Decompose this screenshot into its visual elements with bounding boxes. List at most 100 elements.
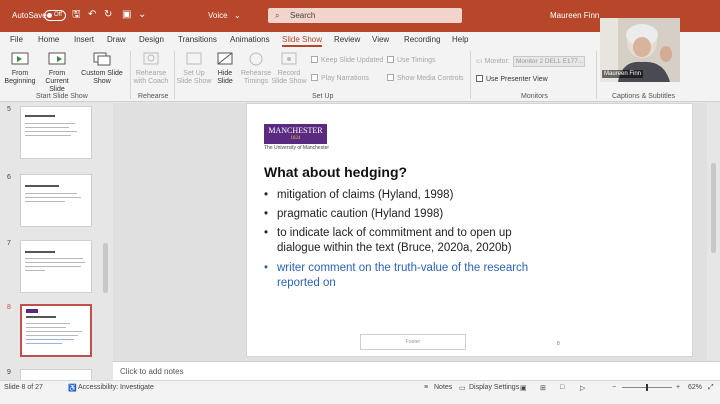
fit-slide-icon[interactable]: ⤢ (708, 384, 714, 392)
notes-icon: ≡ (424, 384, 429, 391)
thumb-text-line (25, 258, 83, 259)
use-presenter-view-checkbox[interactable]: Use Presenter View (476, 75, 548, 83)
current-slide[interactable]: MANCHESTER 1824 The University of Manche… (246, 103, 693, 357)
editor-scrollbar[interactable] (707, 103, 720, 361)
save-icon[interactable]: 🖫 (72, 10, 81, 20)
custom-slide-show-button[interactable]: Custom Slide Show (80, 51, 124, 86)
coach-icon (142, 51, 160, 67)
slide-bullet[interactable]: mitigation of claims (Hyland, 1998) (264, 188, 554, 203)
slide-thumbnail-7[interactable] (20, 240, 92, 293)
tab-design[interactable]: Design (139, 35, 164, 44)
hide-slide-button[interactable]: Hide Slide (212, 51, 238, 86)
thumb-text-line (25, 262, 85, 263)
thumb-text-line (26, 339, 74, 340)
autosave-toggle[interactable]: Off (44, 10, 66, 21)
thumbnail-scrollbar[interactable] (103, 243, 108, 293)
rehearse-with-coach-label: Rehearse with Coach (133, 70, 169, 85)
group-set-up: Set Up (312, 93, 334, 100)
thumb-text-line (26, 331, 82, 332)
slide-page-number: 8 (557, 341, 560, 347)
record-slide-show-button[interactable]: Record Slide Show (270, 51, 308, 86)
tab-insert[interactable]: Insert (74, 35, 94, 44)
normal-view-icon[interactable]: ▣ (520, 384, 527, 392)
timer-icon (247, 51, 265, 67)
thumb-text-line (25, 127, 69, 128)
record-icon (280, 51, 298, 67)
ribbon-separator (174, 51, 175, 99)
zoom-in-icon[interactable]: + (676, 384, 680, 391)
from-current-slide-button[interactable]: From Current Slide (38, 51, 76, 94)
show-media-controls-label: Show Media Controls (397, 75, 464, 82)
tab-recording[interactable]: Recording (404, 35, 440, 44)
group-rehearse: Rehearse (138, 93, 169, 100)
tab-home[interactable]: Home (38, 35, 59, 44)
thumb-text-line (25, 201, 65, 202)
editor-scroll-thumb[interactable] (711, 163, 716, 253)
user-name[interactable]: Maureen Finn (550, 11, 599, 20)
rehearse-timings-button[interactable]: Rehearse Timings (240, 51, 272, 86)
thumb-text-line (26, 343, 62, 344)
present-icon[interactable]: ▣ (122, 10, 131, 20)
slideshow-view-icon[interactable]: ▷ (580, 384, 585, 392)
redo-icon[interactable]: ↻ (104, 10, 112, 20)
set-up-slide-show-label: Set Up Slide Show (176, 70, 212, 85)
zoom-out-icon[interactable]: − (612, 384, 616, 391)
thumb-text-line (26, 323, 70, 324)
slide-thumbnail-5[interactable] (20, 106, 92, 159)
slide-thumbnail-9[interactable] (20, 369, 92, 380)
use-presenter-view-label: Use Presenter View (486, 76, 548, 83)
set-up-slide-show-button[interactable]: Set Up Slide Show (176, 51, 212, 86)
custom-show-icon (93, 51, 111, 67)
thumb-text-line (25, 123, 75, 124)
display-settings-button[interactable]: Display Settings (469, 384, 519, 391)
group-captions-subtitles: Captions & Subtitles (612, 93, 676, 100)
rehearse-with-coach-button[interactable]: Rehearse with Coach (132, 51, 170, 86)
use-timings-checkbox[interactable]: Use Timings (387, 56, 436, 64)
undo-icon[interactable]: ↶ (88, 10, 96, 20)
tab-draw[interactable]: Draw (107, 35, 126, 44)
rehearse-timings-label: Rehearse Timings (240, 70, 272, 85)
notes-button[interactable]: Notes (434, 384, 452, 391)
play-narrations-checkbox[interactable]: Play Narrations (311, 74, 369, 82)
keep-slide-updated-checkbox[interactable]: Keep Slide Updated (311, 56, 383, 64)
from-beginning-button[interactable]: From Beginning (4, 51, 36, 86)
customize-qat-icon[interactable]: ⌄ (138, 10, 146, 20)
use-timings-label: Use Timings (397, 57, 436, 64)
slide-bullet[interactable]: writer comment on the truth-value of the… (264, 261, 554, 291)
notes-pane[interactable]: Click to add notes (113, 361, 720, 380)
slideshow-current-icon (48, 51, 66, 67)
monitor-select[interactable]: Monitor 2 DELL E177... (513, 56, 585, 67)
reading-view-icon[interactable]: □ (560, 384, 564, 391)
chevron-down-icon[interactable]: ⌄ (234, 11, 241, 20)
slide-sorter-icon[interactable]: ⊞ (540, 384, 546, 392)
search-input[interactable]: ⌕ Search (268, 8, 462, 23)
slide-thumbnail-pane: 5 6 7 8 9 (0, 103, 112, 380)
tab-view[interactable]: View (372, 35, 389, 44)
slide-footer[interactable]: Footer (360, 334, 466, 350)
tab-slide-show[interactable]: Slide Show (282, 35, 323, 47)
tab-help[interactable]: Help (452, 35, 468, 44)
search-placeholder: Search (290, 11, 316, 20)
thumb-text-line (26, 327, 66, 328)
zoom-slider-thumb[interactable] (646, 384, 648, 391)
monitor-label: ▭ Monitor: (476, 58, 510, 65)
show-media-controls-checkbox[interactable]: Show Media Controls (387, 74, 464, 82)
thumbnail-number: 9 (7, 369, 11, 376)
slide-bullet[interactable]: to indicate lack of commitment and to op… (264, 226, 554, 256)
slide-thumbnail-8[interactable] (20, 304, 92, 357)
slide-title[interactable]: What about hedging? (264, 164, 407, 180)
zoom-level[interactable]: 62% (688, 384, 702, 391)
tab-file[interactable]: File (10, 35, 23, 44)
accessibility-icon[interactable]: ♿ (68, 384, 77, 392)
tab-transitions[interactable]: Transitions (178, 35, 217, 44)
slide-thumbnail-6[interactable] (20, 174, 92, 227)
slide-bullet[interactable]: pragmatic caution (Hyland 1998) (264, 207, 554, 222)
thumb-logo (26, 309, 38, 313)
document-title: Voice (208, 11, 228, 20)
tab-review[interactable]: Review (334, 35, 360, 44)
tab-animations[interactable]: Animations (230, 35, 270, 44)
slideshow-start-icon (11, 51, 29, 67)
from-current-slide-label: From Current Slide (45, 70, 69, 93)
accessibility-status[interactable]: Accessibility: Investigate (78, 384, 154, 391)
thumb-text-line (25, 193, 77, 194)
